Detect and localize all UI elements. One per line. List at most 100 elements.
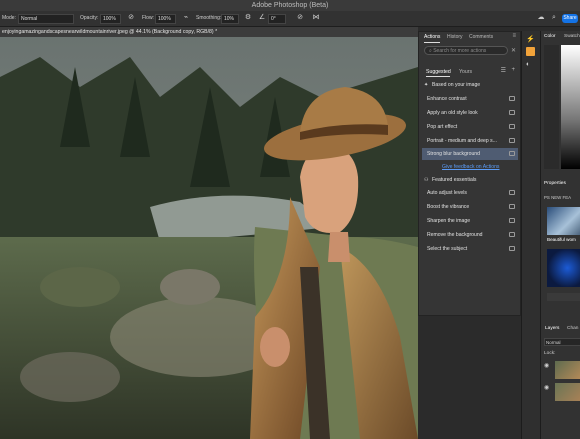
color-picker-field[interactable] [561, 45, 580, 169]
angle-field[interactable]: 0° [268, 14, 286, 24]
pressure-opacity-icon[interactable]: ⊘ [127, 14, 135, 22]
angle-value: 0° [271, 16, 276, 22]
pressure-size-icon[interactable]: ⊘ [296, 14, 304, 22]
tab-layers[interactable]: Layers [545, 326, 559, 331]
mode-select[interactable]: Normal [18, 14, 74, 24]
flow-field[interactable]: 100% [155, 14, 176, 24]
opacity-field[interactable]: 100% [100, 14, 121, 24]
based-on-label: Based on your image [432, 82, 481, 88]
panel-menu-icon[interactable]: ≡ [512, 33, 516, 39]
subtab-indicator [426, 76, 450, 77]
tab-color[interactable]: Color [544, 34, 555, 39]
opacity-value: 100% [103, 16, 116, 22]
share-button[interactable]: Share [562, 14, 578, 23]
angle-icon: ∠ [258, 14, 266, 21]
search-placeholder: Search for more actions [433, 48, 487, 54]
feature-scroll-area[interactable] [547, 293, 580, 301]
action-label: Boost the vibrance [427, 204, 470, 210]
close-icon[interactable]: ✕ [511, 47, 516, 54]
run-action-icon[interactable] [509, 151, 515, 156]
run-action-icon[interactable] [509, 190, 515, 195]
photo-image [0, 37, 418, 439]
actions-icon[interactable]: ⚡ [526, 35, 535, 43]
color-swatch-icon[interactable] [526, 47, 535, 56]
adjustments-icon[interactable]: ◐ [526, 61, 530, 68]
tab-actions[interactable]: Actions [424, 34, 440, 40]
subtab-yours[interactable]: Yours [459, 69, 472, 75]
smoothing-field[interactable]: 10% [221, 14, 239, 24]
feature-thumbnail-2[interactable] [547, 249, 580, 287]
symmetry-icon[interactable]: ⋈ [312, 14, 320, 22]
action-label: Enhance contrast [427, 96, 467, 102]
search-icon[interactable]: ⌕ [550, 14, 558, 22]
flow-value: 100% [158, 16, 171, 22]
action-item-pop-art[interactable]: Pop art effect [422, 122, 518, 132]
active-tab-indicator [424, 42, 440, 43]
run-action-icon[interactable] [509, 110, 515, 115]
tab-comments[interactable]: Comments [469, 34, 493, 40]
color-slider-area[interactable] [544, 45, 559, 169]
options-bar: Mode: Normal Opacity: 100% ⊘ Flow: 100% … [0, 11, 580, 27]
document-canvas[interactable] [0, 37, 418, 439]
mode-value: Normal [21, 16, 38, 22]
action-item-strong-blur[interactable]: Strong blur background [422, 148, 518, 160]
document-tab-title: enjoyingamazingandscapesnearwildmountain… [2, 29, 218, 35]
run-action-icon[interactable] [509, 246, 515, 251]
subtab-suggested[interactable]: Suggested [426, 69, 451, 75]
action-label: Sharpen the image [427, 218, 471, 224]
run-action-icon[interactable] [509, 204, 515, 209]
action-label: Apply an old style look [427, 110, 478, 116]
smoothing-label: Smoothing: [196, 15, 222, 21]
tab-properties[interactable]: Properties [544, 181, 566, 186]
right-panel: Color Swatch Properties PS NEW FEA Beaut… [540, 31, 580, 439]
share-label: Share [563, 15, 577, 21]
mode-label: Mode: [2, 15, 16, 21]
feature-thumbnail-1[interactable] [547, 207, 580, 235]
opacity-label: Opacity: [80, 15, 99, 21]
feedback-link[interactable]: Give feedback on Actions [422, 162, 518, 172]
action-label: Strong blur background [427, 151, 480, 157]
action-label: Pop art effect [427, 124, 458, 130]
add-action-icon[interactable]: + [511, 67, 515, 73]
action-item-remove-bg[interactable]: Remove the background [422, 230, 518, 240]
visibility-icon[interactable]: ◉ [544, 362, 549, 369]
blend-mode-select[interactable]: Normal [544, 338, 580, 346]
smoothing-options-icon[interactable]: ⚙ [244, 14, 252, 22]
action-item-select-subject[interactable]: Select the subject [422, 244, 518, 254]
document-tab[interactable]: enjoyingamazingandscapesnearwildmountain… [0, 27, 418, 37]
run-action-icon[interactable] [509, 124, 515, 129]
smoothing-value: 10% [224, 16, 235, 22]
tab-swatches[interactable]: Swatch [564, 34, 580, 39]
panel-icon-strip: ⚡ ◐ [521, 31, 541, 439]
action-item-auto-levels[interactable]: Auto adjust levels [422, 188, 518, 198]
action-item-enhance-contrast[interactable]: Enhance contrast [422, 94, 518, 104]
layer-thumbnail[interactable] [555, 361, 580, 379]
actions-panel: Actions History Comments ≡ ⌕ Search for … [418, 31, 521, 316]
blend-mode-value: Normal [546, 340, 561, 345]
featured-header: ⚇ Featured essentials [422, 175, 518, 185]
new-feature-label: PS NEW FEA [544, 195, 572, 200]
action-item-portrait[interactable]: Portrait - medium and deep s... [422, 136, 518, 146]
visibility-icon[interactable]: ◉ [544, 384, 549, 391]
cloud-icon[interactable]: ☁ [537, 14, 545, 22]
app-title: Adobe Photoshop (Beta) [251, 2, 329, 9]
featured-icon: ⚇ [424, 177, 429, 183]
actions-search-input[interactable]: ⌕ Search for more actions [424, 46, 508, 55]
action-label: Portrait - medium and deep s... [427, 138, 497, 144]
airbrush-icon[interactable]: ⌁ [182, 14, 190, 22]
tab-history[interactable]: History [447, 34, 463, 40]
flow-label: Flow: [142, 15, 154, 21]
tab-channels[interactable]: Chan [567, 326, 578, 331]
run-action-icon[interactable] [509, 138, 515, 143]
run-action-icon[interactable] [509, 232, 515, 237]
action-item-vibrance[interactable]: Boost the vibrance [422, 202, 518, 212]
layer-thumbnail[interactable] [555, 383, 580, 401]
sparkle-icon: ✦ [424, 82, 429, 88]
action-item-old-style[interactable]: Apply an old style look [422, 108, 518, 118]
action-item-sharpen[interactable]: Sharpen the image [422, 216, 518, 226]
run-action-icon[interactable] [509, 96, 515, 101]
title-bar: Adobe Photoshop (Beta) [0, 0, 580, 11]
list-view-icon[interactable]: ☰ [501, 67, 506, 74]
based-on-header: ✦ Based on your image [422, 80, 518, 90]
run-action-icon[interactable] [509, 218, 515, 223]
